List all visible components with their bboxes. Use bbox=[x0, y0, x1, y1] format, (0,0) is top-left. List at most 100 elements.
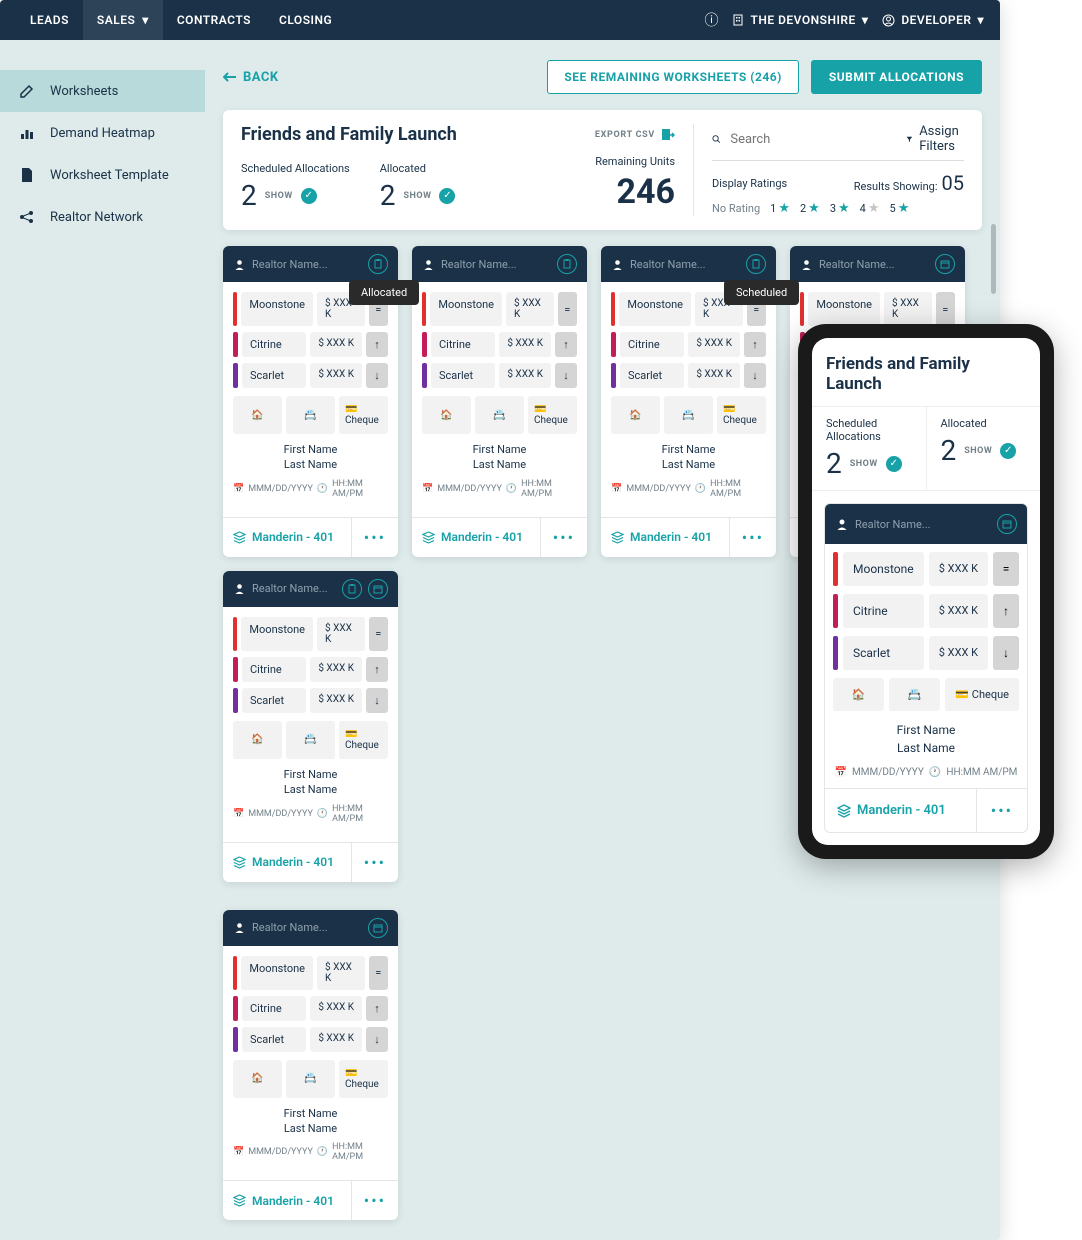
unit-link[interactable]: Manderin - 401 bbox=[601, 518, 729, 557]
nav-contracts[interactable]: CONTRACTS bbox=[163, 0, 265, 40]
home-action[interactable]: 🏠 bbox=[422, 396, 471, 434]
allocate-icon[interactable] bbox=[342, 579, 362, 599]
unit-price: $ XXX K bbox=[499, 332, 551, 357]
user-dropdown[interactable]: DEVELOPER▾ bbox=[882, 13, 984, 27]
unit-sort-button[interactable]: ↑ bbox=[744, 332, 766, 357]
nav-leads[interactable]: LEADS bbox=[16, 0, 83, 40]
home-action[interactable]: 🏠 bbox=[233, 1060, 282, 1098]
help-icon[interactable]: ⓘ bbox=[704, 10, 718, 30]
more-button[interactable]: ••• bbox=[540, 518, 587, 557]
color-stripe bbox=[422, 363, 427, 388]
allocate-icon[interactable] bbox=[557, 254, 577, 274]
unit-link[interactable]: Manderin - 401 bbox=[223, 843, 351, 882]
unit-price: $ XXX K bbox=[317, 956, 365, 990]
calendar-icon: 📅 bbox=[233, 1147, 244, 1157]
unit-price: $ XXX K bbox=[310, 363, 362, 388]
home-action[interactable]: 🏠 bbox=[233, 721, 282, 759]
color-stripe bbox=[233, 332, 238, 357]
building-dropdown[interactable]: THE DEVONSHIRE▾ bbox=[732, 13, 868, 27]
no-rating-filter[interactable]: No Rating bbox=[712, 202, 760, 215]
cheque-action[interactable]: 💳Cheque bbox=[528, 396, 577, 434]
contact-action[interactable]: 📇 bbox=[475, 396, 524, 434]
sidebar-template[interactable]: Worksheet Template bbox=[0, 154, 205, 196]
rating-1[interactable]: 1★ bbox=[770, 201, 790, 216]
more-button[interactable]: ••• bbox=[351, 518, 398, 557]
unit-name: Citrine bbox=[242, 332, 306, 357]
see-remaining-button[interactable]: SEE REMAINING WORKSHEETS (246) bbox=[547, 60, 798, 94]
unit-name: Citrine bbox=[431, 332, 495, 357]
sidebar-heatmap[interactable]: Demand Heatmap bbox=[0, 112, 205, 154]
rating-4[interactable]: 4★ bbox=[860, 201, 880, 216]
unit-sort-button[interactable]: ↓ bbox=[555, 363, 577, 388]
cheque-action[interactable]: 💳Cheque bbox=[339, 1060, 388, 1098]
nav-sales[interactable]: SALES ▾ bbox=[83, 0, 163, 40]
unit-sort-button[interactable]: ↓ bbox=[366, 1027, 388, 1052]
show-allocated[interactable]: SHOW bbox=[403, 191, 431, 201]
schedule-icon[interactable] bbox=[935, 254, 955, 274]
summary-panel: Friends and Family Launch EXPORT CSV Sch… bbox=[223, 110, 982, 230]
unit-sort-button[interactable]: ↑ bbox=[366, 996, 388, 1021]
scrollbar[interactable] bbox=[991, 224, 996, 294]
contact-action[interactable]: 📇 bbox=[286, 396, 335, 434]
search-input[interactable] bbox=[730, 132, 896, 147]
submit-allocations-button[interactable]: SUBMIT ALLOCATIONS bbox=[811, 60, 982, 94]
time-value: HH:MM AM/PM bbox=[332, 1142, 388, 1162]
home-action[interactable]: 🏠 bbox=[611, 396, 660, 434]
clock-icon: 🕐 bbox=[317, 809, 328, 819]
allocate-icon[interactable] bbox=[368, 254, 388, 274]
cheque-action[interactable]: 💳Cheque bbox=[339, 721, 388, 759]
unit-sort-button[interactable]: ↑ bbox=[366, 332, 388, 357]
worksheet-card: Realtor Name... Moonstone $ XXX K = Citr… bbox=[223, 910, 398, 1221]
contact-action[interactable]: 📇 bbox=[286, 1060, 335, 1098]
unit-sort-button[interactable]: = bbox=[558, 292, 577, 326]
more-button[interactable]: ••• bbox=[351, 1181, 398, 1220]
unit-name: Scarlet bbox=[242, 363, 306, 388]
more-button[interactable]: ••• bbox=[351, 843, 398, 882]
unit-sort-button[interactable]: = bbox=[369, 617, 388, 651]
sidebar-network[interactable]: Realtor Network bbox=[0, 196, 205, 238]
unit-name: Moonstone bbox=[430, 292, 502, 326]
schedule-icon[interactable] bbox=[368, 918, 388, 938]
worksheet-card: Realtor Name... Moonstone $ XXX K = Citr… bbox=[223, 571, 398, 882]
cheque-action[interactable]: 💳Cheque bbox=[339, 396, 388, 434]
rating-5[interactable]: 5★ bbox=[890, 201, 910, 216]
color-stripe bbox=[800, 292, 804, 326]
schedule-icon[interactable] bbox=[997, 514, 1017, 534]
home-action[interactable]: 🏠 bbox=[833, 678, 884, 711]
realtor-name: Realtor Name... bbox=[441, 258, 551, 271]
unit-sort-button[interactable]: ↓ bbox=[366, 363, 388, 388]
back-button[interactable]: BACK bbox=[223, 70, 279, 85]
export-csv-button[interactable]: EXPORT CSV bbox=[595, 128, 675, 142]
unit-link[interactable]: Manderin - 401 bbox=[412, 518, 540, 557]
mobile-title: Friends and Family Launch bbox=[826, 354, 1026, 394]
mobile-more[interactable]: ••• bbox=[976, 789, 1027, 832]
more-button[interactable]: ••• bbox=[729, 518, 776, 557]
unit-price: $ XXX K bbox=[310, 657, 362, 682]
unit-sort-button[interactable]: ↑ bbox=[366, 657, 388, 682]
last-name: Last Name bbox=[422, 457, 577, 472]
unit-sort-button[interactable]: ↓ bbox=[366, 688, 388, 713]
top-nav: LEADS SALES ▾ CONTRACTS CLOSING ⓘ THE DE… bbox=[0, 0, 1000, 40]
unit-sort-button[interactable]: ↑ bbox=[555, 332, 577, 357]
rating-2[interactable]: 2★ bbox=[800, 201, 820, 216]
unit-sort-button[interactable]: = bbox=[369, 956, 388, 990]
contact-action[interactable]: 📇 bbox=[664, 396, 713, 434]
contact-action[interactable]: 📇 bbox=[286, 721, 335, 759]
assign-filters-button[interactable]: Assign Filters bbox=[906, 124, 964, 154]
unit-link[interactable]: Manderin - 401 bbox=[223, 1181, 351, 1220]
unit-link[interactable]: Manderin - 401 bbox=[223, 518, 351, 557]
mobile-unit-link[interactable]: Manderin - 401 bbox=[825, 789, 976, 832]
home-action[interactable]: 🏠 bbox=[233, 396, 282, 434]
unit-sort-button[interactable]: ↓ bbox=[744, 363, 766, 388]
layers-icon bbox=[233, 856, 246, 869]
sidebar-worksheets[interactable]: Worksheets bbox=[0, 70, 205, 112]
rating-3[interactable]: 3★ bbox=[830, 201, 850, 216]
cheque-action[interactable]: 💳Cheque bbox=[717, 396, 766, 434]
contact-action[interactable]: 📇 bbox=[889, 678, 940, 711]
allocate-icon[interactable] bbox=[746, 254, 766, 274]
cheque-action[interactable]: 💳Cheque bbox=[945, 678, 1019, 711]
show-scheduled[interactable]: SHOW bbox=[265, 191, 293, 201]
unit-sort-button[interactable]: = bbox=[936, 292, 955, 326]
schedule-icon[interactable] bbox=[368, 579, 388, 599]
nav-closing[interactable]: CLOSING bbox=[265, 0, 346, 40]
